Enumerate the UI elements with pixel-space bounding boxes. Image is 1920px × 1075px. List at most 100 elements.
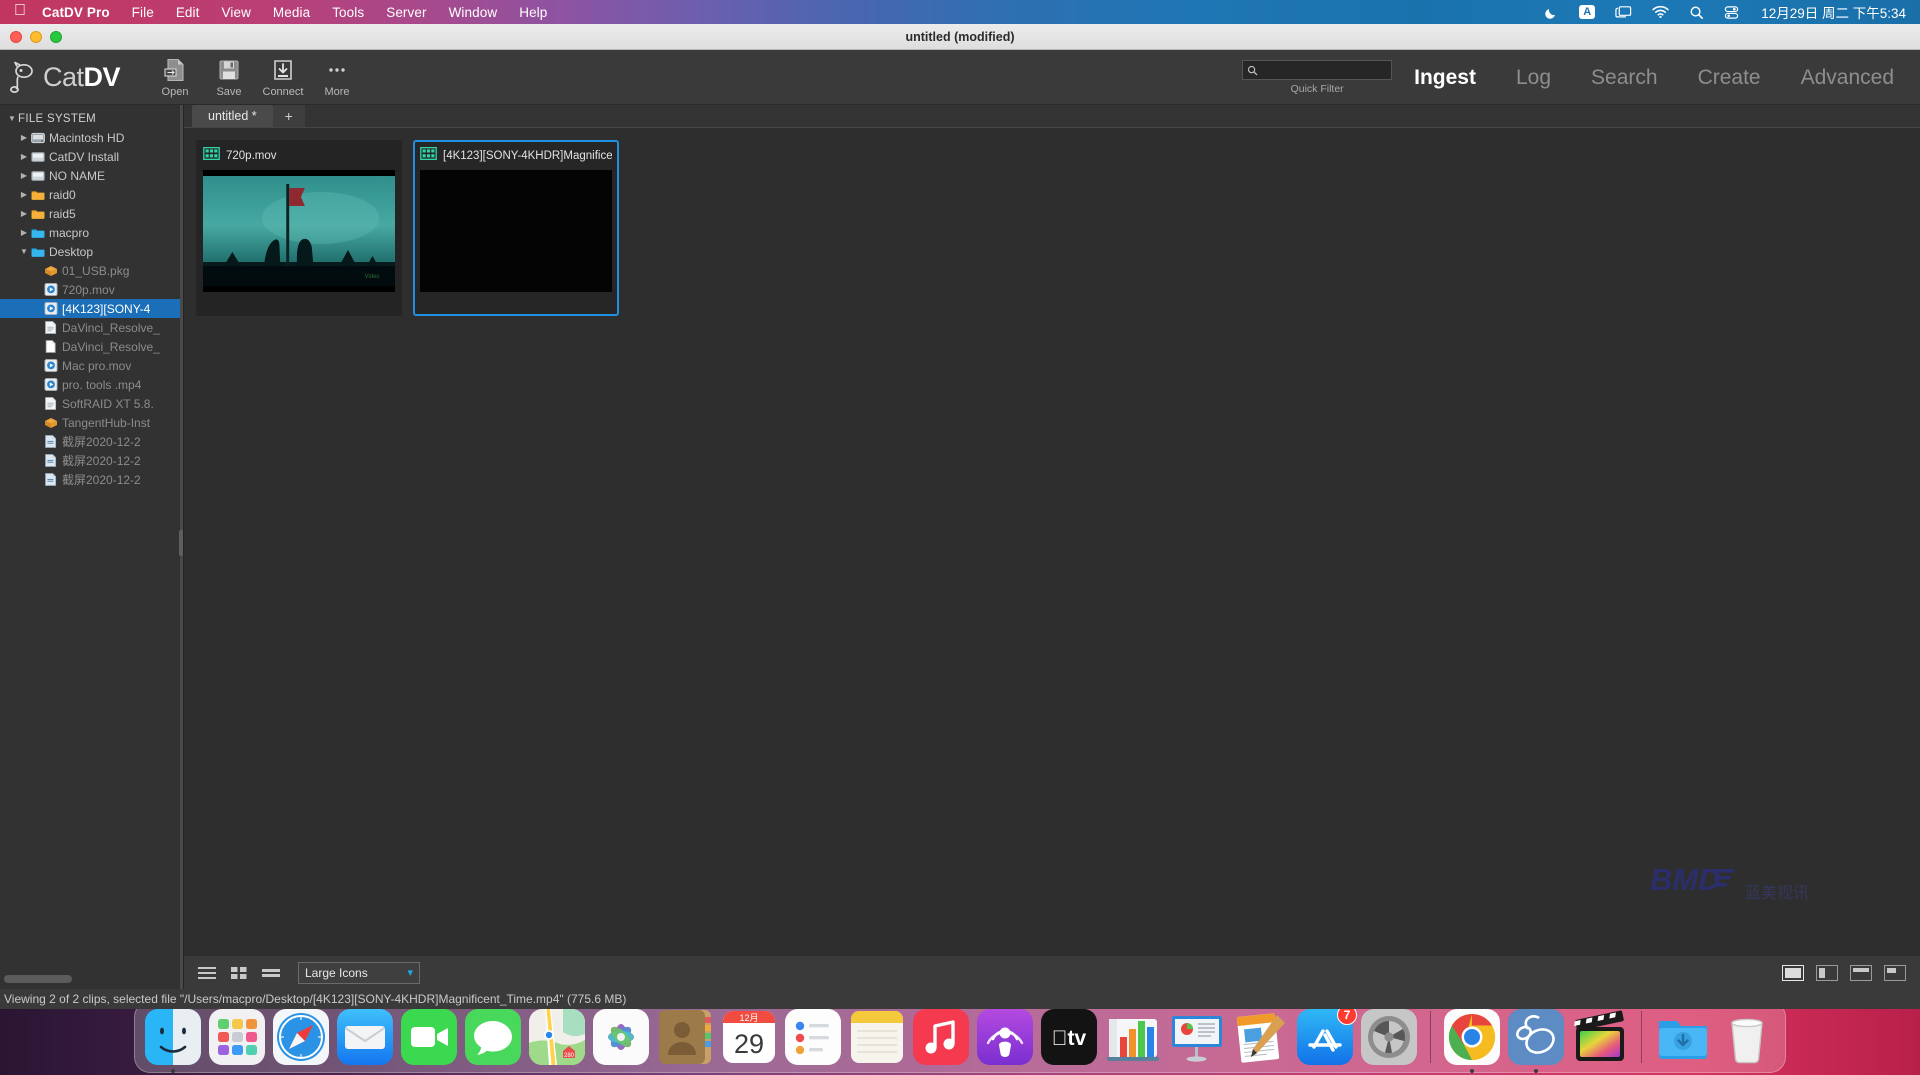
tree-item[interactable]: DaVinci_Resolve_: [0, 318, 183, 337]
open-button[interactable]: Open: [152, 57, 198, 98]
sidebar-horizontal-scrollbar[interactable]: [4, 975, 154, 983]
apple-logo-icon[interactable]: : [14, 3, 26, 19]
menu-item-edit[interactable]: Edit: [176, 5, 200, 20]
dock-item-contacts[interactable]: [655, 1007, 715, 1067]
panel-single-button[interactable]: [1782, 965, 1804, 981]
twisty-expanded-icon[interactable]: ▼: [6, 114, 18, 123]
clip-item[interactable]: 720p.mov: [196, 140, 402, 316]
tab-log[interactable]: Log: [1516, 66, 1551, 90]
menu-item-view[interactable]: View: [222, 5, 251, 20]
tree-item[interactable]: ▶Macintosh HD: [0, 128, 183, 147]
tree-item[interactable]: DaVinci_Resolve_: [0, 337, 183, 356]
dock-item-podcasts[interactable]: [975, 1007, 1035, 1067]
panel-bottom-button[interactable]: [1850, 965, 1872, 981]
tree-item[interactable]: [4K123][SONY-4: [0, 299, 183, 318]
chevron-down-icon[interactable]: ▾: [407, 966, 413, 979]
dock-item-google-chrome[interactable]: [1442, 1007, 1502, 1067]
dock-item-notes[interactable]: [847, 1007, 907, 1067]
twisty-collapsed-icon[interactable]: ▶: [18, 228, 30, 237]
dock-item-maps[interactable]: 280: [527, 1007, 587, 1067]
input-method-icon[interactable]: A: [1579, 5, 1595, 19]
sidebar-splitter[interactable]: [180, 105, 183, 989]
clip-browser-area[interactable]: 720p.mov: [184, 128, 1920, 955]
twisty-collapsed-icon[interactable]: ▶: [18, 152, 30, 161]
tree-root-file-system[interactable]: ▼ FILE SYSTEM: [0, 109, 183, 128]
add-tab-button[interactable]: +: [273, 105, 305, 127]
spotlight-search-icon[interactable]: [1689, 5, 1704, 20]
dock-item-reminders[interactable]: [783, 1007, 843, 1067]
tree-item[interactable]: SoftRAID XT 5.8.: [0, 394, 183, 413]
clip-item[interactable]: [4K123][SONY-4KHDR]Magnificent_T: [413, 140, 619, 316]
menu-item-file[interactable]: File: [132, 5, 154, 20]
tab-create[interactable]: Create: [1698, 66, 1761, 90]
wifi-icon[interactable]: [1652, 5, 1669, 19]
menu-item-help[interactable]: Help: [519, 5, 547, 20]
list-view-button[interactable]: [194, 962, 220, 984]
do-not-disturb-moon-icon[interactable]: [1544, 5, 1559, 20]
tab-ingest[interactable]: Ingest: [1414, 66, 1476, 90]
twisty-collapsed-icon[interactable]: ▶: [18, 209, 30, 218]
more-button[interactable]: More: [314, 57, 360, 98]
screen-mirroring-icon[interactable]: [1615, 5, 1632, 19]
tree-item[interactable]: TangentHub-Inst: [0, 413, 183, 432]
dock-item-launchpad[interactable]: [207, 1007, 267, 1067]
tree-item[interactable]: ▶CatDV Install: [0, 147, 183, 166]
tree-item[interactable]: ▶raid5: [0, 204, 183, 223]
menu-item-server[interactable]: Server: [386, 5, 426, 20]
sidebar-scroll-thumb[interactable]: [4, 975, 72, 983]
dock-item-trash[interactable]: [1717, 1007, 1777, 1067]
tab-search[interactable]: Search: [1591, 66, 1658, 90]
twisty-collapsed-icon[interactable]: ▶: [18, 133, 30, 142]
tree-item[interactable]: ▶macpro: [0, 223, 183, 242]
dock-item-keynote[interactable]: [1167, 1007, 1227, 1067]
tree-item[interactable]: ▶NO NAME: [0, 166, 183, 185]
grid-view-button[interactable]: [226, 962, 252, 984]
twisty-expanded-icon[interactable]: ▼: [18, 247, 30, 256]
connect-button[interactable]: Connect: [260, 57, 306, 98]
dock-item-numbers[interactable]: [1103, 1007, 1163, 1067]
control-center-icon[interactable]: [1724, 5, 1739, 20]
menu-item-tools[interactable]: Tools: [332, 5, 364, 20]
tree-item[interactable]: ▼Desktop: [0, 242, 183, 261]
dock-item-downloads-folder[interactable]: [1653, 1007, 1713, 1067]
tree-item[interactable]: Mac pro.mov: [0, 356, 183, 375]
dock-item-facetime[interactable]: [399, 1007, 459, 1067]
dock-item-final-cut-pro[interactable]: [1570, 1007, 1630, 1067]
dock-item-calendar[interactable]: 12月 29: [719, 1007, 779, 1067]
panel-split-button[interactable]: [1816, 965, 1838, 981]
dock-item-photos[interactable]: [591, 1007, 651, 1067]
tree-item[interactable]: ▶raid0: [0, 185, 183, 204]
document-tab-untitled[interactable]: untitled *: [192, 105, 273, 127]
menu-item-catdv-pro[interactable]: CatDV Pro: [42, 5, 110, 20]
tree-item[interactable]: 720p.mov: [0, 280, 183, 299]
tree-item[interactable]: 截屏2020-12-2: [0, 451, 183, 470]
save-button[interactable]: Save: [206, 57, 252, 98]
tree-item[interactable]: 01_USB.pkg: [0, 261, 183, 280]
tree-item[interactable]: pro. tools .mp4: [0, 375, 183, 394]
dock-item-apple-tv[interactable]: tv: [1039, 1007, 1099, 1067]
dock-item-finder[interactable]: [143, 1007, 203, 1067]
dock-item-messages[interactable]: [463, 1007, 523, 1067]
menubar-clock[interactable]: 12月29日 周二 下午5:34: [1761, 2, 1906, 22]
panel-corner-button[interactable]: [1884, 965, 1906, 981]
dock-item-pages[interactable]: [1231, 1007, 1291, 1067]
menu-item-window[interactable]: Window: [449, 5, 498, 20]
dock-item-safari[interactable]: [271, 1007, 331, 1067]
dock-item-catdv[interactable]: [1506, 1007, 1566, 1067]
twisty-collapsed-icon[interactable]: ▶: [18, 190, 30, 199]
quick-filter-box[interactable]: [1242, 60, 1392, 80]
tree-item[interactable]: 截屏2020-12-2: [0, 432, 183, 451]
quick-filter-input[interactable]: [1261, 63, 1389, 77]
dock-item-music[interactable]: [911, 1007, 971, 1067]
dock-item-app-store[interactable]: 7: [1295, 1007, 1355, 1067]
detail-view-button[interactable]: [258, 962, 284, 984]
view-mode-select[interactable]: Large Icons ▾: [298, 962, 420, 984]
dock-item-mail[interactable]: [335, 1007, 395, 1067]
clip-thumbnail[interactable]: [420, 170, 612, 292]
menu-item-media[interactable]: Media: [273, 5, 310, 20]
tab-advanced[interactable]: Advanced: [1801, 66, 1894, 90]
dock-item-system-preferences[interactable]: [1359, 1007, 1419, 1067]
tree-item[interactable]: 截屏2020-12-2: [0, 470, 183, 489]
clip-thumbnail[interactable]: Video: [203, 170, 395, 292]
twisty-collapsed-icon[interactable]: ▶: [18, 171, 30, 180]
